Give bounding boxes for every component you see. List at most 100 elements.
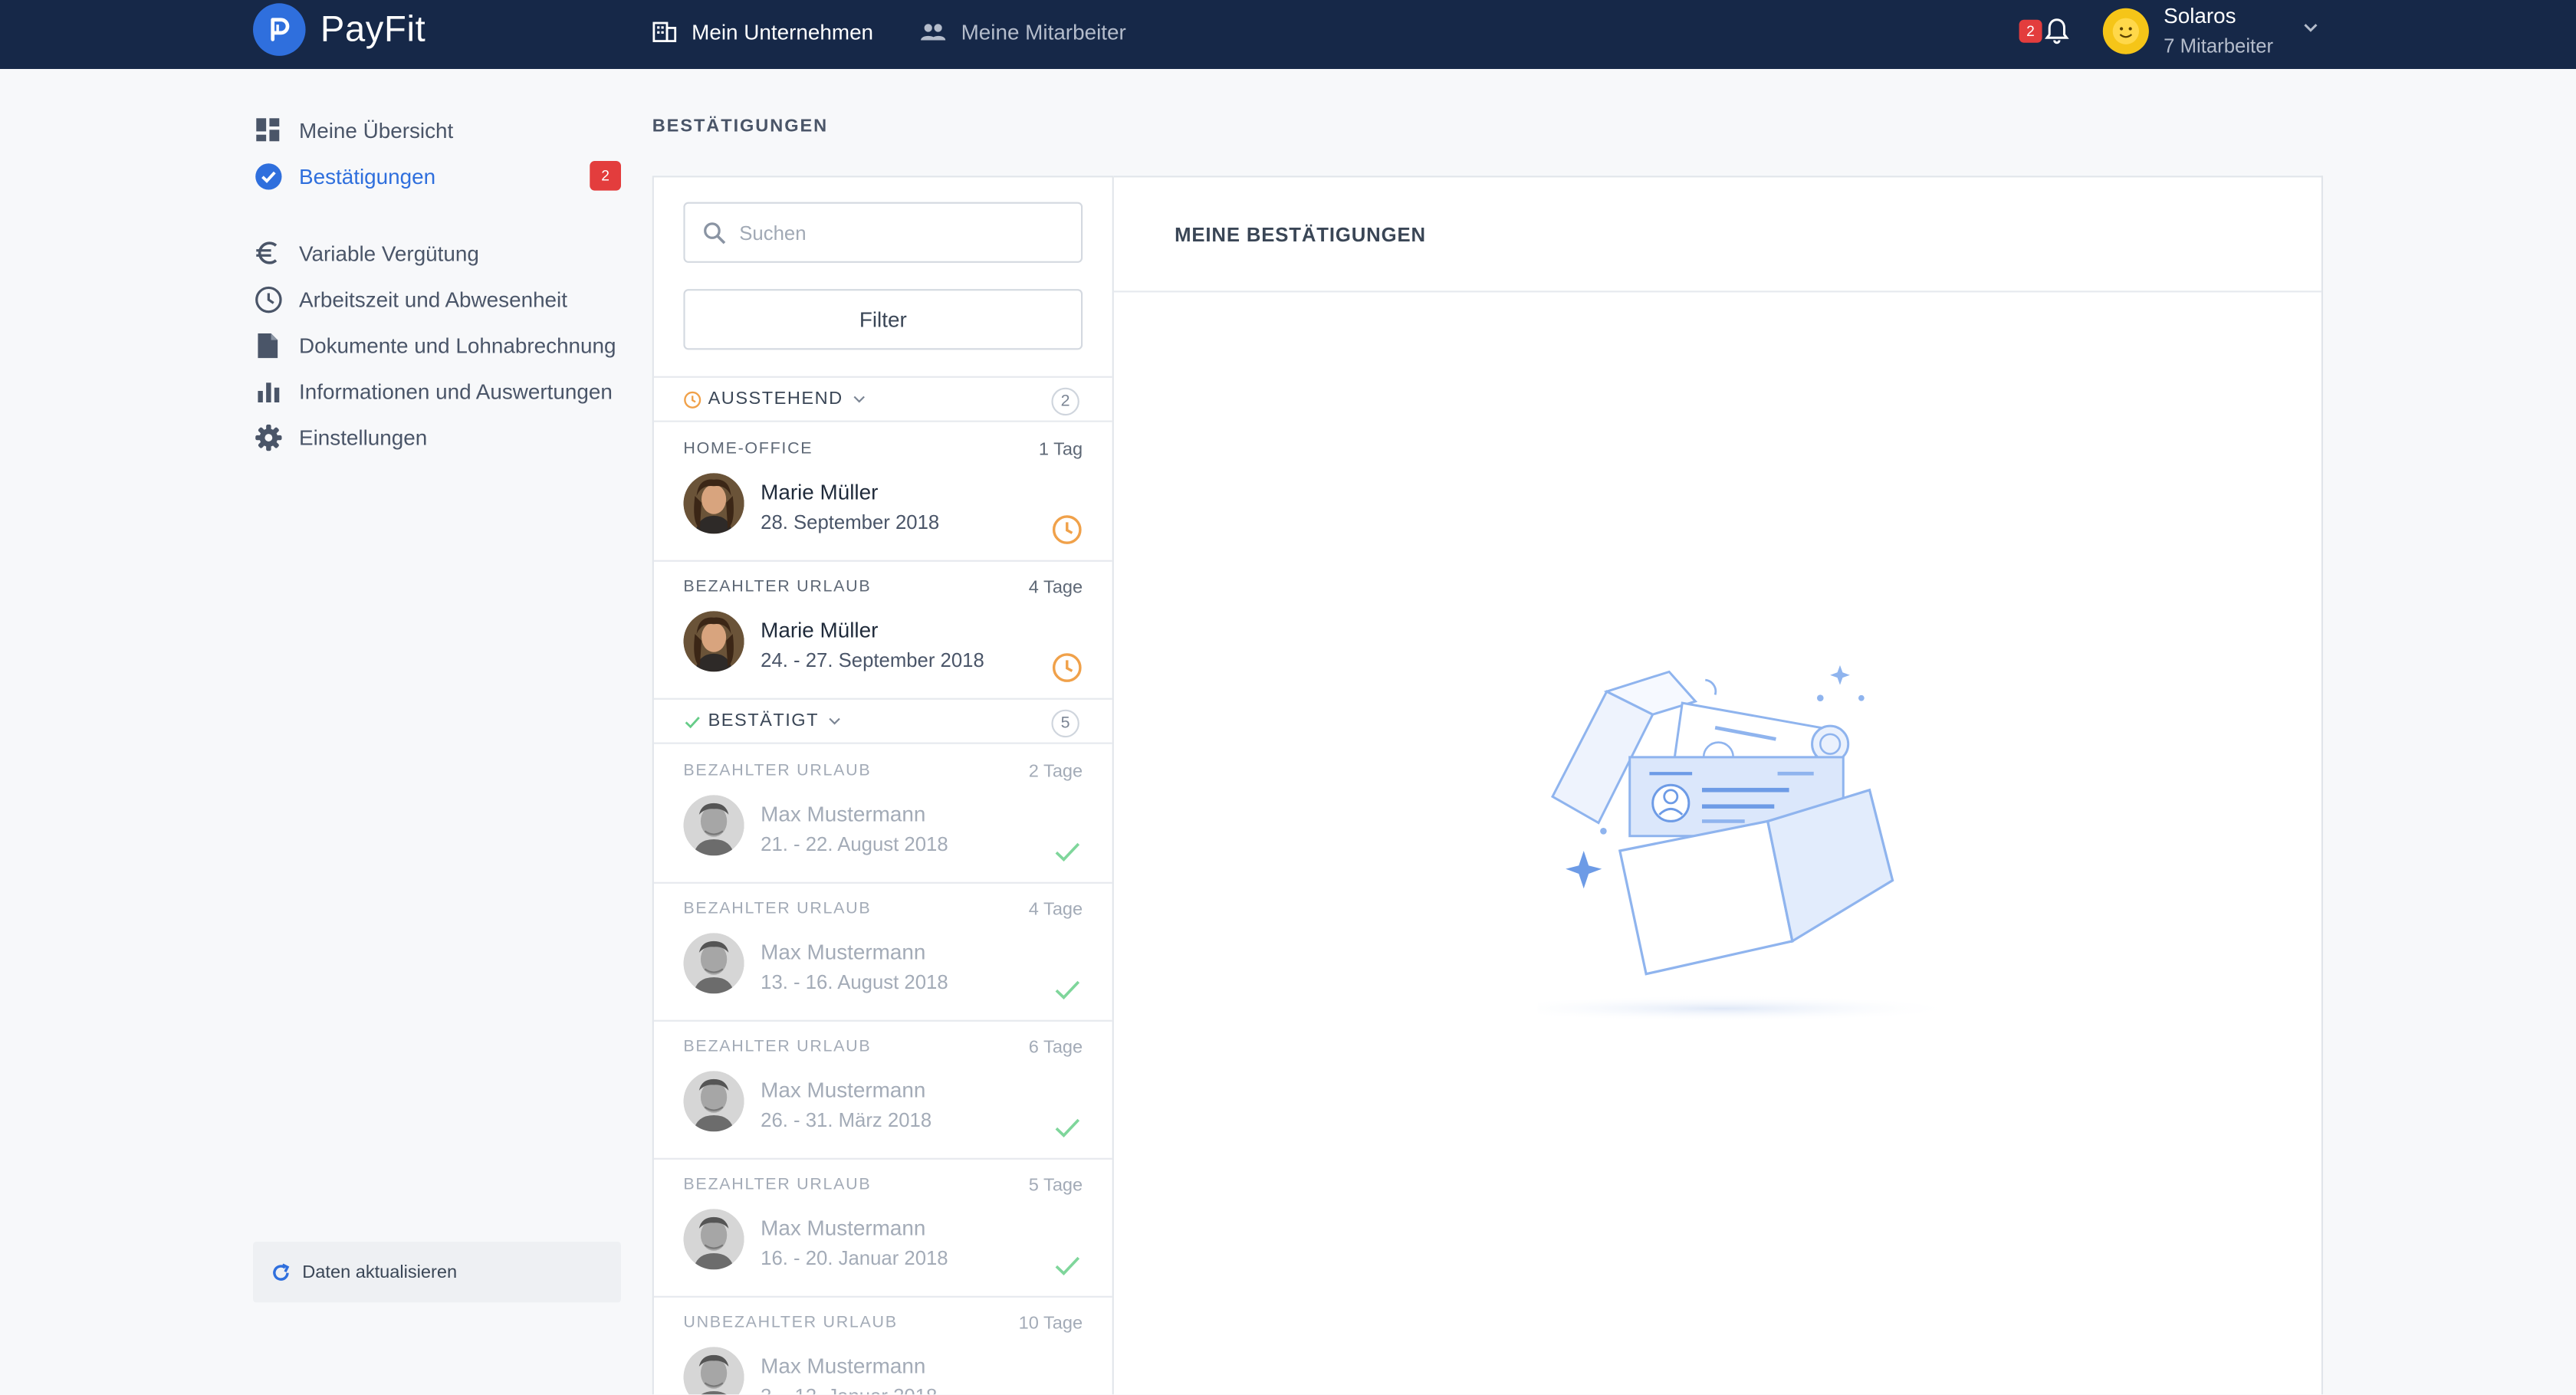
employee-name: Max Mustermann (761, 939, 926, 964)
absence-type: BEZAHLTER URLAUB (683, 900, 872, 918)
pending-clock-icon (1050, 651, 1083, 684)
section-header-pending[interactable]: AUSSTEHEND 2 (653, 376, 1112, 422)
list-item[interactable]: BEZAHLTER URLAUB 2 Tage Max Mustermann 2… (653, 746, 1112, 884)
sidebar-item-label: Arbeitszeit und Abwesenheit (299, 286, 567, 312)
list-item[interactable]: BEZAHLTER URLAUB 4 Tage Marie Müller 24.… (653, 562, 1112, 700)
check-circle-icon (253, 161, 283, 191)
absence-date: 13. - 16. August 2018 (761, 970, 948, 994)
avatar (683, 1209, 744, 1270)
avatar (683, 1071, 744, 1132)
list-item[interactable]: BEZAHLTER URLAUB 5 Tage Max Mustermann 1… (653, 1160, 1112, 1298)
avatar (683, 1347, 744, 1395)
employee-name: Max Mustermann (761, 1077, 926, 1102)
nav-my-employees[interactable]: Meine Mitarbeiter (920, 16, 1126, 46)
detail-panel: MEINE BESTÄTIGUNGEN (1113, 176, 2323, 1395)
sidebar-item-variable-pay[interactable]: Variable Vergütung (253, 233, 621, 272)
chevron-down-icon[interactable] (2302, 21, 2320, 34)
detail-header: MEINE BESTÄTIGUNGEN (1113, 177, 2321, 293)
clock-icon (253, 284, 283, 314)
list-item[interactable]: BEZAHLTER URLAUB 4 Tage Max Mustermann 1… (653, 884, 1112, 1022)
employee-name: Marie Müller (761, 617, 879, 642)
sidebar-item-confirmations[interactable]: Bestätigungen 2 (253, 156, 621, 195)
dashboard-icon (253, 115, 283, 145)
section-count: 5 (1051, 709, 1079, 738)
top-navigation-bar: PayFit Mein Unternehmen Meine Mitarbeite… (0, 0, 2576, 69)
confirmed-check-icon (1050, 835, 1083, 868)
search-input[interactable] (739, 221, 1068, 245)
absence-duration: 2 Tage (1028, 762, 1083, 782)
sidebar-item-label: Informationen und Auswertungen (299, 378, 613, 404)
confirmations-list-panel: Filter AUSSTEHEND 2 HOME-OFFICE 1 Tag Ma… (652, 176, 1114, 1395)
chevron-down-icon (829, 716, 842, 726)
absence-type: BEZAHLTER URLAUB (683, 1176, 872, 1194)
sidebar-item-reports[interactable]: Informationen und Auswertungen (253, 371, 621, 410)
absence-duration: 10 Tage (1018, 1314, 1083, 1334)
sidebar-item-label: Meine Übersicht (299, 117, 454, 143)
search-field[interactable] (683, 202, 1083, 263)
refresh-data-button[interactable]: Daten aktualisieren (253, 1242, 621, 1303)
bar-chart-icon (253, 376, 283, 406)
absence-type: UNBEZAHLTER URLAUB (683, 1314, 898, 1332)
confirmations-count-badge: 2 (590, 161, 621, 191)
absence-duration: 6 Tage (1028, 1038, 1083, 1058)
nav-my-employees-label: Meine Mitarbeiter (961, 18, 1126, 44)
confirmed-check-icon (1050, 1387, 1083, 1395)
document-icon (253, 330, 283, 360)
sidebar-item-label: Bestätigungen (299, 163, 436, 189)
euro-icon (253, 238, 283, 268)
absence-date: 28. September 2018 (761, 510, 940, 534)
building-icon (652, 21, 677, 41)
avatar (683, 933, 744, 994)
company-avatar[interactable] (2102, 8, 2149, 54)
absence-date: 26. - 31. März 2018 (761, 1108, 932, 1132)
section-count: 2 (1051, 387, 1079, 416)
company-employee-count: 7 Mitarbeiter (2164, 34, 2274, 57)
absence-duration: 1 Tag (1038, 440, 1083, 460)
list-item[interactable]: BEZAHLTER URLAUB 6 Tage Max Mustermann 2… (653, 1022, 1112, 1160)
sidebar-item-label: Einstellungen (299, 424, 428, 450)
search-icon (704, 222, 726, 244)
absence-duration: 4 Tage (1028, 900, 1083, 920)
absence-date: 3. - 12. Januar 2018 (761, 1384, 937, 1394)
absence-type: BEZAHLTER URLAUB (683, 578, 872, 596)
confirmed-check-icon (1050, 1249, 1083, 1282)
filter-button[interactable]: Filter (683, 289, 1083, 350)
list-item[interactable]: UNBEZAHLTER URLAUB 10 Tage Max Musterman… (654, 1298, 1112, 1395)
avatar (683, 473, 744, 534)
absence-type: BEZAHLTER URLAUB (683, 1038, 872, 1056)
confirmed-check-icon (1050, 973, 1083, 1006)
notification-count-badge: 2 (2019, 18, 2042, 42)
absence-type: HOME-OFFICE (683, 440, 813, 458)
employee-name: Marie Müller (761, 479, 879, 504)
sidebar-item-overview[interactable]: Meine Übersicht (253, 110, 621, 149)
sidebar-item-documents[interactable]: Dokumente und Lohnabrechnung (253, 325, 621, 364)
sidebar-item-working-time[interactable]: Arbeitszeit und Abwesenheit (253, 279, 621, 318)
company-name[interactable]: Solaros (2164, 3, 2236, 28)
gear-icon (253, 422, 283, 452)
sidebar-item-label: Dokumente und Lohnabrechnung (299, 332, 616, 358)
clock-icon (683, 390, 702, 409)
empty-state-box-illustration (1537, 665, 1960, 1022)
absence-duration: 5 Tage (1028, 1176, 1083, 1196)
sidebar-item-settings[interactable]: Einstellungen (253, 417, 621, 456)
section-header-confirmed[interactable]: BESTÄTIGT 5 (653, 698, 1112, 744)
notifications-button[interactable]: 2 (2019, 16, 2070, 44)
refresh-icon (273, 1262, 290, 1280)
absence-date: 24. - 27. September 2018 (761, 648, 984, 672)
nav-my-company[interactable]: Mein Unternehmen (652, 16, 873, 46)
detail-title: MEINE BESTÄTIGUNGEN (1175, 223, 1426, 247)
list-item[interactable]: HOME-OFFICE 1 Tag Marie Müller 28. Septe… (653, 424, 1112, 562)
page-title: BESTÄTIGUNGEN (652, 117, 829, 136)
sidebar-item-label: Variable Vergütung (299, 240, 479, 266)
nav-my-company-label: Mein Unternehmen (692, 18, 874, 44)
app-name: PayFit (320, 8, 426, 50)
employee-name: Max Mustermann (761, 1215, 926, 1240)
confirmed-check-icon (1050, 1111, 1083, 1144)
payfit-logo-icon (253, 3, 306, 56)
absence-date: 16. - 20. Januar 2018 (761, 1246, 948, 1270)
payfit-logo[interactable]: PayFit (253, 3, 426, 56)
checkmark-icon (683, 712, 702, 730)
absence-type: BEZAHLTER URLAUB (683, 762, 872, 780)
pending-clock-icon (1050, 513, 1083, 546)
absence-date: 21. - 22. August 2018 (761, 832, 948, 856)
